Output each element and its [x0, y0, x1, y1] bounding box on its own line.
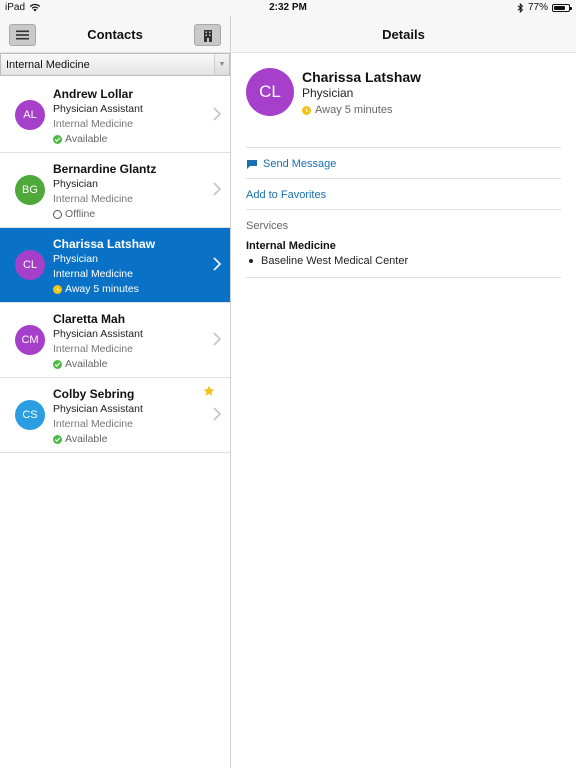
avatar: CM [15, 325, 45, 355]
department-filter-value: Internal Medicine [6, 59, 90, 71]
status-indicator-icon [53, 284, 62, 294]
favorite-star-icon [203, 385, 215, 396]
add-to-favorites-button[interactable]: Add to Favorites [246, 179, 561, 210]
contact-name: Claretta Mah [53, 312, 126, 326]
contact-row-charissa-latshaw[interactable]: CL Charissa Latshaw Physician Internal M… [0, 228, 230, 303]
avatar: CL [15, 250, 45, 280]
clock: 2:32 PM [269, 2, 307, 13]
service-group-title: Internal Medicine [246, 240, 336, 252]
contact-status: Offline [53, 208, 95, 220]
contact-row-bernardine-glantz[interactable]: BG Bernardine Glantz Physician Internal … [0, 153, 230, 228]
bullet-icon [249, 259, 253, 263]
contact-status-text: Offline [65, 208, 96, 220]
away-status-icon [302, 105, 311, 115]
detail-contact-status: Away 5 minutes [302, 104, 392, 116]
contact-list: AL Andrew Lollar Physician Assistant Int… [0, 78, 230, 453]
details-title: Details [382, 27, 425, 42]
contact-department: Internal Medicine [53, 118, 133, 130]
status-indicator-icon [53, 434, 62, 444]
details-pane: Details CL Charissa Latshaw Physician Aw… [231, 16, 576, 768]
contact-department: Internal Medicine [53, 343, 133, 355]
battery-icon [552, 3, 572, 12]
send-message-label: Send Message [263, 158, 337, 170]
contacts-header: Contacts [0, 16, 230, 53]
bluetooth-icon [517, 2, 524, 13]
contact-status: Available [53, 358, 107, 370]
contact-role: Physician [53, 253, 98, 265]
building-icon [203, 29, 212, 42]
contact-row-andrew-lollar[interactable]: AL Andrew Lollar Physician Assistant Int… [0, 78, 230, 153]
chevron-right-icon [213, 257, 222, 271]
contact-name: Andrew Lollar [53, 87, 134, 101]
chevron-right-icon [213, 407, 222, 421]
contact-status-text: Available [65, 433, 108, 445]
status-indicator-icon [53, 209, 62, 219]
chevron-right-icon [213, 332, 222, 346]
services-section: Services Internal Medicine Baseline West… [246, 210, 561, 278]
avatar: CS [15, 400, 45, 430]
contact-status-text: Available [65, 133, 108, 145]
contact-name: Bernardine Glantz [53, 162, 157, 176]
contact-role: Physician [53, 178, 98, 190]
department-filter-select[interactable]: Internal Medicine ▼ [0, 53, 230, 76]
contact-department: Internal Medicine [53, 193, 133, 205]
contact-status: Away 5 minutes [53, 283, 139, 295]
contact-status: Available [53, 433, 107, 445]
detail-contact-role: Physician [302, 86, 354, 100]
avatar: BG [15, 175, 45, 205]
detail-contact-name: Charissa Latshaw [302, 69, 422, 85]
avatar: CL [246, 68, 294, 116]
service-item: Baseline West Medical Center [246, 255, 561, 267]
chevron-right-icon [213, 107, 222, 121]
directory-button[interactable] [194, 24, 221, 46]
contact-department: Internal Medicine [53, 418, 133, 430]
contact-role: Physician Assistant [53, 403, 143, 415]
battery-fill [554, 5, 565, 10]
send-message-button[interactable]: Send Message [246, 148, 561, 179]
status-right: 77% [517, 2, 572, 13]
contact-summary: CL Charissa Latshaw Physician Away 5 min… [246, 53, 561, 148]
contact-status-text: Away 5 minutes [65, 283, 139, 295]
status-bar: iPad 2:32 PM 77% [0, 0, 576, 16]
avatar: AL [15, 100, 45, 130]
chevron-down-icon: ▼ [214, 54, 229, 75]
contact-role: Physician Assistant [53, 328, 143, 340]
contact-department: Internal Medicine [53, 268, 133, 280]
contact-name: Charissa Latshaw [53, 237, 156, 251]
contacts-pane: Contacts Internal Medicine ▼ AL Andrew L… [0, 16, 231, 768]
chevron-right-icon [213, 182, 222, 196]
detail-status-text: Away 5 minutes [315, 104, 393, 116]
contact-name: Colby Sebring [53, 387, 135, 401]
details-header: Details [231, 16, 576, 53]
status-indicator-icon [53, 359, 62, 369]
services-header: Services [246, 220, 289, 232]
battery-percent: 77% [527, 2, 548, 13]
status-indicator-icon [53, 134, 62, 144]
message-bubble-icon [247, 159, 257, 169]
service-item-label: Baseline West Medical Center [261, 255, 409, 267]
contact-status-text: Available [65, 358, 108, 370]
add-to-favorites-label: Add to Favorites [246, 189, 327, 201]
contact-status: Available [53, 133, 107, 145]
contact-row-claretta-mah[interactable]: CM Claretta Mah Physician Assistant Inte… [0, 303, 230, 378]
contact-row-colby-sebring[interactable]: CS Colby Sebring Physician Assistant Int… [0, 378, 230, 453]
contact-role: Physician Assistant [53, 103, 143, 115]
